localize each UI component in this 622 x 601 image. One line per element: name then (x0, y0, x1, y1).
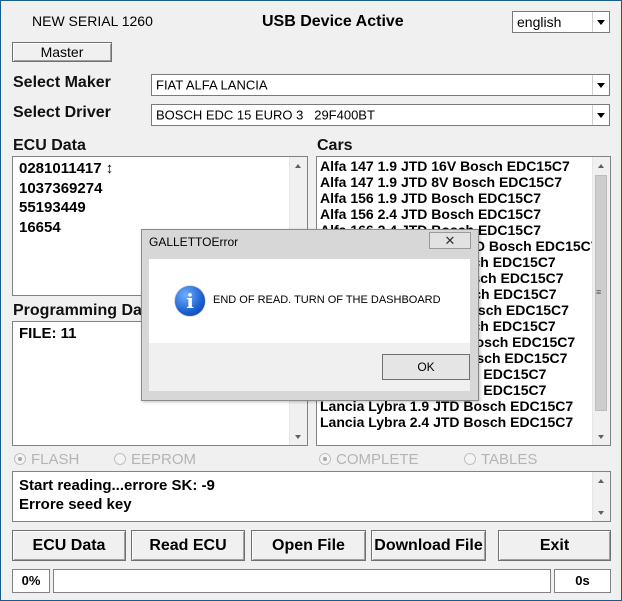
programming-data-label: Programming Data (13, 302, 157, 319)
progress-bar (53, 569, 551, 593)
select-maker-label: Select Maker (13, 74, 111, 91)
exit-button[interactable]: Exit (498, 530, 611, 561)
maker-value: FIAT ALFA LANCIA (156, 77, 268, 93)
programming-line: FILE: 11 (19, 325, 77, 342)
dialog-footer: OK (149, 343, 470, 391)
car-list-item[interactable]: Alfa 147 1.9 JTD 16V Bosch EDC15C7 (320, 158, 599, 174)
chevron-down-icon[interactable] (592, 75, 609, 95)
log-line: Errore seed key (19, 496, 132, 513)
usb-status: USB Device Active (262, 13, 404, 30)
eeprom-radio-label: EEPROM (131, 451, 197, 468)
eeprom-radio[interactable]: EEPROM (114, 451, 196, 468)
main-window: NEW SERIAL 1260 USB Device Active englis… (0, 0, 622, 601)
close-icon[interactable]: ✕ (429, 232, 471, 249)
car-list-item[interactable]: Alfa 156 2.4 JTD Bosch EDC15C7 (320, 206, 599, 222)
log-line: Start reading...errore SK: -9 (19, 477, 215, 494)
ok-button[interactable]: OK (382, 354, 470, 380)
maker-select[interactable]: FIAT ALFA LANCIA (151, 74, 610, 96)
complete-radio-label: COMPLETE (336, 451, 419, 468)
open-file-button[interactable]: Open File (251, 530, 366, 561)
radio-unchecked-icon (464, 453, 476, 465)
dialog-body: END OF READ. TURN OF THE DASHBOARD (149, 259, 470, 343)
radio-checked-icon (319, 453, 331, 465)
chevron-down-icon[interactable] (592, 105, 609, 125)
scroll-up-icon[interactable] (593, 472, 610, 489)
log-scrollbar[interactable] (592, 472, 610, 521)
radio-checked-icon (14, 453, 26, 465)
grip-icon: ≡ (596, 287, 602, 297)
cars-label: Cars (317, 137, 353, 154)
master-button[interactable]: Master (12, 42, 112, 62)
radio-unchecked-icon (114, 453, 126, 465)
scroll-down-icon[interactable] (593, 504, 610, 521)
ecu-data-label: ECU Data (13, 137, 86, 154)
flash-radio[interactable]: FLASH (14, 451, 79, 468)
elapsed-time: 0s (554, 569, 611, 593)
scroll-up-icon[interactable] (290, 157, 307, 174)
complete-radio[interactable]: COMPLETE (319, 451, 419, 468)
download-file-button[interactable]: Download File (371, 530, 486, 561)
ecu-line: 55193449 (19, 199, 86, 216)
info-icon (175, 286, 205, 316)
log-box[interactable]: Start reading...errore SK: -9 Errore see… (12, 471, 611, 522)
progress-percent: 0% (12, 569, 50, 593)
car-list-item[interactable]: Lancia Lybra 2.4 JTD Bosch EDC15C7 (320, 414, 599, 430)
driver-select[interactable]: BOSCH EDC 15 EURO 3 29F400BT (151, 104, 610, 126)
flash-radio-label: FLASH (31, 451, 80, 468)
car-list-item[interactable]: Alfa 147 1.9 JTD 8V Bosch EDC15C7 (320, 174, 599, 190)
ecu-line: 1037369274 (19, 179, 103, 197)
ecu-line: 0281011417 ↕ (19, 160, 114, 177)
language-value: english (517, 14, 562, 30)
scroll-up-icon[interactable] (593, 157, 610, 174)
scroll-down-icon[interactable] (290, 428, 307, 445)
ecu-line: 16654 (19, 218, 61, 236)
driver-value: BOSCH EDC 15 EURO 3 29F400BT (156, 107, 375, 123)
language-select[interactable]: english (512, 11, 610, 33)
ecu-data-button[interactable]: ECU Data (12, 530, 126, 561)
tables-radio-label: TABLES (481, 451, 538, 468)
tables-radio[interactable]: TABLES (464, 451, 537, 468)
cars-scrollbar[interactable]: ≡ (592, 157, 610, 445)
error-dialog: GALLETTOError ✕ END OF READ. TURN OF THE… (141, 229, 479, 401)
read-ecu-button[interactable]: Read ECU (131, 530, 245, 561)
car-list-item[interactable]: Alfa 156 1.9 JTD Bosch EDC15C7 (320, 190, 599, 206)
select-driver-label: Select Driver (13, 104, 111, 121)
dialog-title: GALLETTOError (149, 235, 239, 249)
dialog-message: END OF READ. TURN OF THE DASHBOARD (213, 294, 441, 306)
scroll-down-icon[interactable] (593, 428, 610, 445)
serial-label: NEW SERIAL 1260 (32, 13, 153, 29)
chevron-down-icon[interactable] (592, 12, 609, 32)
